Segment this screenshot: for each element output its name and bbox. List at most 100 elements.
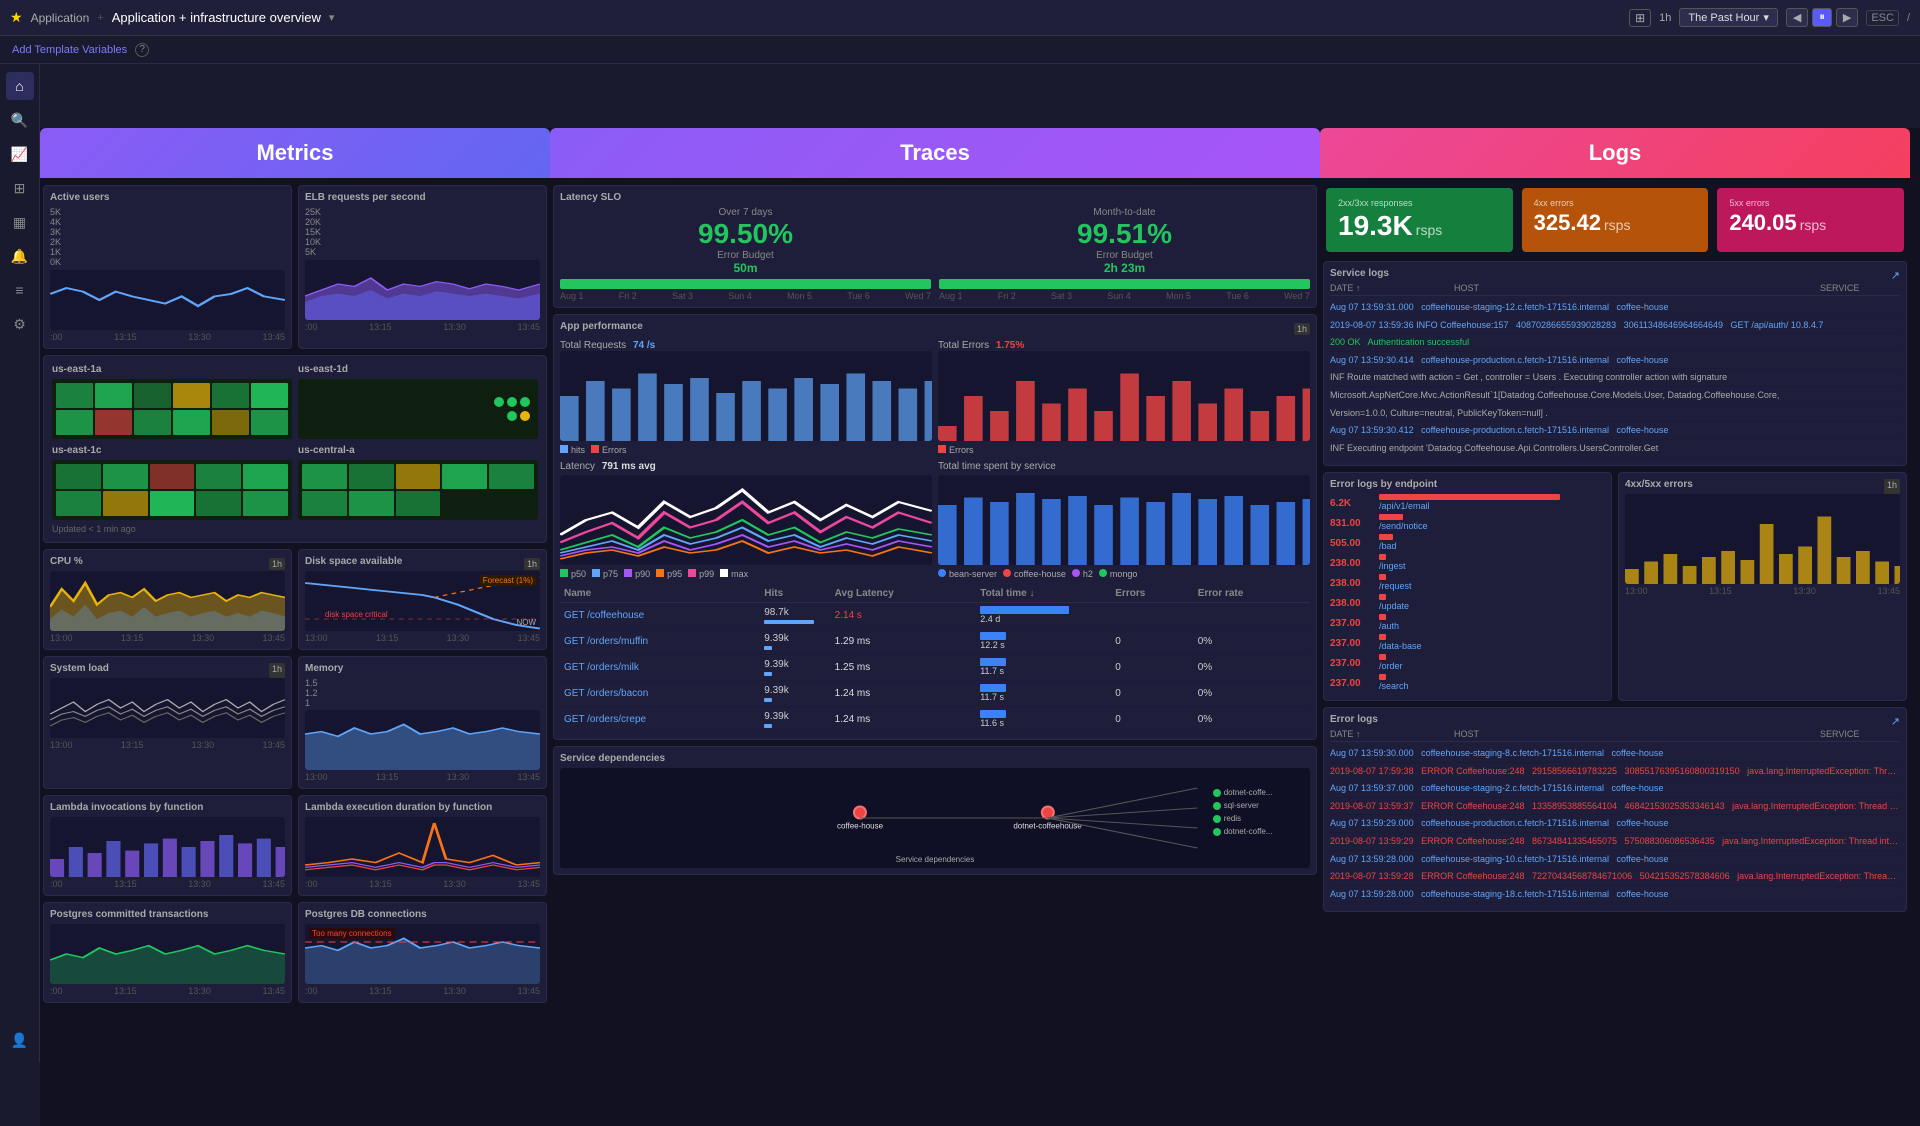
lambda-inv-xaxis: :0013:1513:3013:45 bbox=[50, 879, 285, 889]
heatmap-panel: us-east-1a bbox=[43, 355, 547, 543]
endpoint-row: 237.00 /auth bbox=[1330, 614, 1605, 632]
cell-total-time: 11.6 s bbox=[976, 707, 1111, 733]
errors-4xx5xx-xaxis: 13:0013:1513:3013:45 bbox=[1625, 586, 1900, 596]
postgres-tx-xaxis: :0013:1513:3013:45 bbox=[50, 986, 285, 996]
help-icon[interactable]: ? bbox=[135, 43, 149, 57]
table-row: GET /orders/muffin 9.39k 1.29 ms 12.2 s … bbox=[560, 629, 1310, 655]
error-endpoint-panel: Error logs by endpoint 6.2K /api/v1/emai… bbox=[1323, 472, 1612, 701]
service-logs-expand[interactable]: ↗ bbox=[1891, 269, 1900, 282]
responses-2xx3xx-value: 19.3K bbox=[1338, 210, 1413, 241]
sidebar-icon-search[interactable]: 🔍 bbox=[6, 106, 34, 134]
errors-5xx-value: 240.05 bbox=[1729, 210, 1796, 235]
log-line: 200 OK Authentication successful bbox=[1330, 334, 1900, 352]
col-errors: Errors bbox=[1111, 585, 1193, 603]
total-errors-label: Total Errors 1.75% bbox=[938, 340, 1310, 351]
endpoint-name: /api/v1/email bbox=[1379, 501, 1430, 511]
endpoint-row: 238.00 /update bbox=[1330, 594, 1605, 612]
time-range-chevron: ▾ bbox=[1763, 11, 1769, 24]
latency-widget: Latency 791 ms avg bbox=[560, 461, 932, 579]
slo1-budget-label: Error Budget bbox=[560, 250, 931, 261]
cpu-xaxis: 13:0013:1513:3013:45 bbox=[50, 633, 285, 643]
col-host: HOST bbox=[1454, 283, 1816, 293]
sidebar-icon-grid[interactable]: ⊞ bbox=[6, 174, 34, 202]
log-metrics-row: 2xx/3xx responses 19.3K rsps 4xx errors … bbox=[1323, 185, 1907, 255]
metrics-row-lambda: Lambda invocations by function bbox=[40, 792, 550, 899]
slo1-label: Over 7 days bbox=[560, 207, 931, 218]
favorite-icon[interactable]: ★ bbox=[10, 9, 23, 26]
heatmap-cell bbox=[396, 464, 441, 489]
slo1: Over 7 days 99.50% Error Budget 50m Aug … bbox=[560, 207, 931, 301]
heatmap-us-east-1a-grid bbox=[52, 379, 292, 439]
sidebar: ⌂ 🔍 📈 ⊞ ▦ 🔔 ≡ ⚙ 👤 bbox=[0, 64, 40, 1062]
cell-name: GET /coffeehouse bbox=[560, 603, 760, 629]
errors-4xx5xx-panel: 4xx/5xx errors 1h bbox=[1618, 472, 1907, 701]
add-template-link[interactable]: Add Template Variables bbox=[12, 44, 127, 56]
heatmap-us-east-1a-title: us-east-1a bbox=[52, 364, 292, 375]
errors-5xx-box: 5xx errors 240.05 rsps bbox=[1717, 188, 1904, 252]
sidebar-icon-monitor[interactable]: ▦ bbox=[6, 208, 34, 236]
heatmap-us-east-1d-grid bbox=[298, 379, 538, 439]
cell-name: GET /orders/milk bbox=[560, 655, 760, 681]
cell-error-rate: 0% bbox=[1194, 707, 1310, 733]
sidebar-icon-home[interactable]: ⌂ bbox=[6, 72, 34, 100]
sidebar-icon-chart[interactable]: 📈 bbox=[6, 140, 34, 168]
service-node-redis: redis bbox=[1213, 814, 1241, 823]
cell-error-rate bbox=[1194, 603, 1310, 629]
heatmap-cell bbox=[150, 464, 195, 489]
endpoint-row: 237.00 /search bbox=[1330, 674, 1605, 692]
slo2-label: Month-to-date bbox=[939, 207, 1310, 218]
lambda-inv-sparkline bbox=[50, 817, 285, 877]
sidebar-icon-user[interactable]: 👤 bbox=[6, 1026, 34, 1054]
cell-hits: 9.39k bbox=[760, 629, 830, 655]
error-log-line: 2019-08-07 17:59:38 ERROR Coffeehouse:24… bbox=[1330, 763, 1900, 781]
dotnet-label: Service dependencies bbox=[896, 855, 975, 864]
rewind-button[interactable]: ◀ bbox=[1786, 8, 1808, 27]
title-dropdown-icon[interactable]: ▾ bbox=[329, 11, 335, 24]
endpoint-row: 6.2K /api/v1/email bbox=[1330, 494, 1605, 512]
active-users-chart bbox=[50, 270, 285, 330]
service-node-dotnet-coffe2: dotnet-coffe... bbox=[1213, 827, 1273, 836]
heatmap-us-central-a-title: us-central-a bbox=[298, 445, 538, 456]
errors-4xx-unit: rsps bbox=[1604, 217, 1630, 233]
heatmap-cell bbox=[196, 491, 241, 516]
sysload-title: System load bbox=[50, 663, 109, 674]
endpoint-name: /send/notice bbox=[1379, 521, 1428, 531]
heatmap-top: us-east-1a bbox=[52, 364, 538, 439]
log-line: 2019-08-07 13:59:36 INFO Coffeehouse:157… bbox=[1330, 317, 1900, 335]
sidebar-icon-list[interactable]: ≡ bbox=[6, 276, 34, 304]
heatmap-us-east-1c-grid bbox=[52, 460, 292, 520]
app-perf-header: App performance 1h bbox=[560, 321, 1310, 336]
active-users-sparkline bbox=[50, 270, 285, 330]
heatmap-cell bbox=[150, 491, 195, 516]
service-graph-arrows bbox=[560, 768, 1310, 868]
endpoint-value: 237.00 bbox=[1330, 678, 1375, 689]
postgres-conn-warning: Too many connections bbox=[309, 928, 395, 939]
heatmap-dot bbox=[520, 411, 530, 421]
errors-5xx-unit: rsps bbox=[1800, 217, 1826, 233]
slo2-bar bbox=[939, 279, 1310, 289]
pause-button[interactable]: ⏸ bbox=[1812, 8, 1832, 27]
active-users-xaxis: :0013:1513:3013:45 bbox=[50, 332, 285, 342]
subnav: Add Template Variables ? bbox=[0, 36, 1920, 64]
disk-badge: 1h bbox=[524, 558, 540, 570]
errors-4xx5xx-title: 4xx/5xx errors bbox=[1625, 479, 1693, 490]
log-line: Aug 07 13:59:30.414 coffeehouse-producti… bbox=[1330, 352, 1900, 370]
cell-name: GET /orders/crepe bbox=[560, 707, 760, 733]
sysload-chart bbox=[50, 678, 285, 738]
heatmap-us-east-1c: us-east-1c bbox=[52, 445, 292, 520]
col-total-time: Total time ↓ bbox=[976, 585, 1111, 603]
errors-4xx5xx-header: 4xx/5xx errors 1h bbox=[1625, 479, 1900, 494]
time-range-selector[interactable]: The Past Hour ▾ bbox=[1679, 8, 1777, 27]
error-logs-table-header: DATE ↑ HOST SERVICE bbox=[1330, 729, 1900, 742]
memory-xaxis: 13:0013:1513:3013:45 bbox=[305, 772, 540, 782]
latency-sparkline bbox=[560, 475, 932, 565]
heatmap-updated: Updated < 1 min ago bbox=[52, 524, 538, 534]
lambda-dur-chart bbox=[305, 817, 540, 877]
responses-2xx3xx-unit: rsps bbox=[1416, 222, 1442, 238]
sidebar-icon-alert[interactable]: 🔔 bbox=[6, 242, 34, 270]
error-log-line: 2019-08-07 13:59:28 ERROR Coffeehouse:24… bbox=[1330, 868, 1900, 886]
tv-mode-button[interactable]: ⊞ bbox=[1629, 9, 1651, 27]
error-logs-expand[interactable]: ↗ bbox=[1891, 715, 1900, 728]
play-button[interactable]: ▶ bbox=[1836, 8, 1858, 27]
sidebar-icon-settings[interactable]: ⚙ bbox=[6, 310, 34, 338]
